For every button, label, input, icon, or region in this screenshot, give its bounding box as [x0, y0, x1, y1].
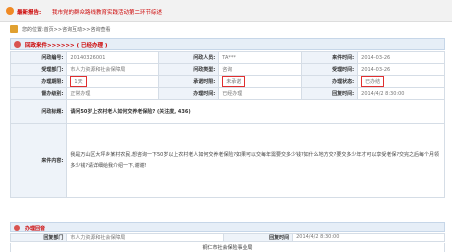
- inquiry-title: 请问50岁上农村老人如何交养老保险? (关注度, 436): [66, 99, 445, 124]
- bullet-icon: [14, 224, 20, 231]
- reply-time: 2014/4/2 8:30:00: [292, 233, 445, 242]
- table-row: 督办级别: 正常办理 办理时间: 已经办理 回复时间: 2014/4/2 8:3…: [9, 87, 445, 100]
- field-label: 办理期限:: [9, 75, 68, 88]
- field-label: 问政类型:: [157, 63, 220, 76]
- table-row: 受理部门: 市人力资源和社会保障局 问政类型: 咨询 受理时间: 2014-03…: [9, 63, 445, 76]
- inquiry-table: 问政编号: 20140326001 问政人员: TA*** 来件时间: 2014…: [9, 51, 445, 198]
- handling-result: 已经办理: [218, 87, 302, 100]
- field-label: 办理状态:: [300, 75, 359, 88]
- handling-period: 1天: [70, 76, 87, 87]
- inquiry-content: 我是万山区大坪乡某村农民,想咨询一下50岁以上农村老人如何交养老保险?如果可以交…: [66, 123, 445, 198]
- bullet-icon: [14, 41, 21, 48]
- field-label: 回复时间:: [300, 87, 359, 100]
- handling-department: 市人力资源和社会保障局: [66, 63, 159, 76]
- promised-deadline: 未承诺: [222, 76, 246, 87]
- panel-title: 回政来件>>>>>> ( 已经办理 ): [25, 43, 108, 49]
- table-row: 办理期限: 1天 承诺时限: 未承诺 办理状态: 已办结: [9, 75, 445, 88]
- field-label: 回复部门: [9, 233, 68, 242]
- field-label: 来件时间:: [300, 51, 359, 64]
- reply-organization: 铜仁市社会保险事业局: [202, 245, 253, 251]
- reply-section-title: 办理回音: [25, 225, 46, 232]
- megaphone-icon: [6, 7, 14, 15]
- inquirer-name: TA***: [218, 51, 302, 64]
- reply-body: 铜仁市社会保险事业局: [10, 243, 445, 252]
- field-label: 回复时间: [222, 233, 294, 242]
- status-badge: 已办结: [361, 76, 385, 87]
- supervision-level: 正常办理: [66, 87, 159, 100]
- field-label: 问政标题:: [9, 99, 68, 124]
- field-label: 受理部门:: [9, 63, 68, 76]
- inquiry-type: 咨询: [218, 63, 302, 76]
- news-ticker: 最新报告: 我市党的群众路线教育实践活动第二环节综述: [0, 0, 452, 22]
- accepted-time: 2014-03-26: [357, 63, 445, 76]
- field-label: 问政人员:: [157, 51, 220, 64]
- breadcrumb[interactable]: 您的位置:首页>>咨询互动>>咨询查看: [22, 26, 110, 33]
- news-link[interactable]: 我市党的群众路线教育实践活动第二环节综述: [52, 8, 162, 16]
- field-label: 督办级别:: [9, 87, 68, 100]
- reply-department: 市人力资源和社会保障局: [66, 233, 224, 242]
- reply-time: 2014/4/2 8:30:00: [357, 87, 445, 100]
- news-label: 最新报告:: [17, 10, 42, 16]
- table-row: 来件内容: 我是万山区大坪乡某村农民,想咨询一下50岁以上农村老人如何交养老保险…: [9, 123, 445, 198]
- field-label: 办理时间:: [157, 87, 220, 100]
- table-row: 问政编号: 20140326001 问政人员: TA*** 来件时间: 2014…: [9, 51, 445, 64]
- received-time: 2014-03-26: [357, 51, 445, 64]
- reply-table: 回复部门 市人力资源和社会保障局 回复时间 2014/4/2 8:30:00: [9, 233, 445, 242]
- table-row: 问政标题: 请问50岁上农村老人如何交养老保险? (关注度, 436): [9, 99, 445, 124]
- panel-header: 回政来件>>>>>> ( 已经办理 ): [10, 38, 445, 50]
- table-row: 回复部门 市人力资源和社会保障局 回复时间 2014/4/2 8:30:00: [9, 233, 445, 242]
- home-icon: [10, 25, 18, 33]
- field-label: 受理时间:: [300, 63, 359, 76]
- field-label: 问政编号:: [9, 51, 68, 64]
- field-label: 来件内容:: [9, 123, 68, 198]
- inquiry-id: 20140326001: [66, 51, 159, 64]
- field-label: 承诺时限:: [157, 75, 220, 88]
- reply-section-header: 办理回音: [10, 222, 445, 232]
